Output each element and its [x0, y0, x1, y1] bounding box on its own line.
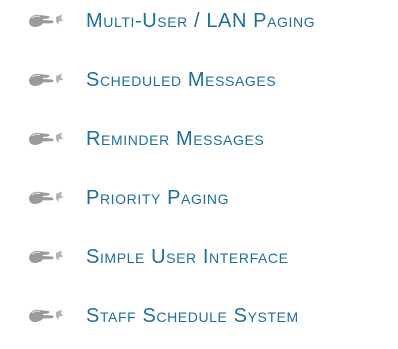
list-item: Multi-User / LAN Paging: [0, 6, 398, 36]
feature-link-priority-paging[interactable]: Priority Paging: [86, 187, 229, 209]
feature-link-scheduled-messages[interactable]: Scheduled Messages: [86, 69, 276, 91]
pointing-hand-icon: [28, 188, 64, 208]
feature-link-staff-schedule-system[interactable]: Staff Schedule System: [86, 305, 299, 327]
list-item: Scheduled Messages: [0, 65, 398, 95]
feature-link-simple-user-interface[interactable]: Simple User Interface: [86, 246, 289, 268]
pointing-hand-icon: [28, 247, 64, 267]
feature-link-multi-user-lan-paging[interactable]: Multi-User / LAN Paging: [86, 10, 315, 32]
pointing-hand-icon: [28, 306, 64, 326]
list-item: Staff Schedule System: [0, 301, 398, 331]
pointing-hand-icon: [28, 70, 64, 90]
pointing-hand-icon: [28, 11, 64, 31]
list-item: Reminder Messages: [0, 124, 398, 154]
list-item: Simple User Interface: [0, 242, 398, 272]
pointing-hand-icon: [28, 129, 64, 149]
list-item: Priority Paging: [0, 183, 398, 213]
feature-link-reminder-messages[interactable]: Reminder Messages: [86, 128, 264, 150]
